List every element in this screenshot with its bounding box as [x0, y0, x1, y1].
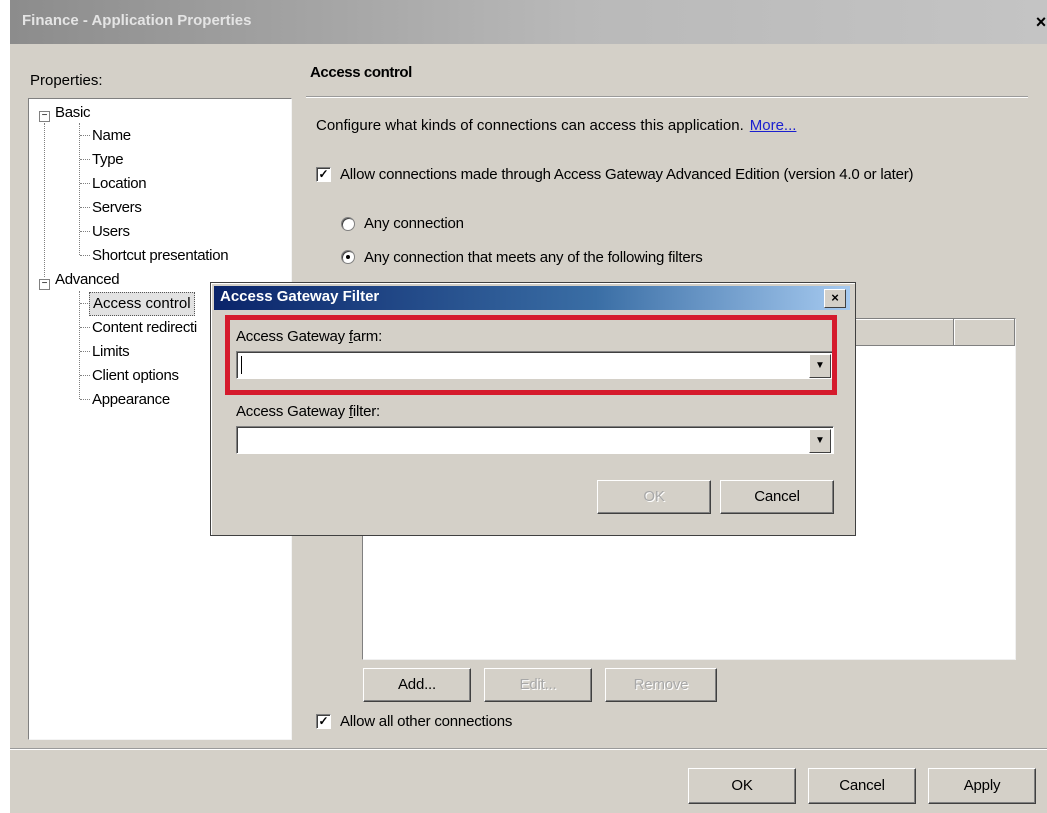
remove-filter-button[interactable]: Remove	[605, 668, 717, 702]
filter-label-suffix: ilter:	[352, 403, 380, 420]
description-text: Configure what kinds of connections can …	[316, 117, 744, 134]
collapse-basic-icon[interactable]: −	[39, 111, 50, 122]
properties-label: Properties:	[30, 72, 103, 89]
filters-connection-label[interactable]: Any connection that meets any of the fol…	[364, 249, 703, 266]
edit-filter-button[interactable]: Edit...	[484, 668, 592, 702]
tree-connector	[80, 255, 90, 256]
dialog-title-bar[interactable]: Access Gateway Filter ×	[214, 286, 850, 310]
tree-connector	[80, 135, 90, 136]
dialog-cancel-button[interactable]: Cancel	[720, 480, 834, 514]
tree-connector	[80, 183, 90, 184]
tree-item-type[interactable]: Type	[92, 151, 124, 168]
tree-connector	[80, 375, 90, 376]
filter-dropdown[interactable]: ▼	[236, 426, 834, 454]
dialog-ok-button[interactable]: OK	[597, 480, 711, 514]
radio-selected-dot	[346, 255, 350, 259]
tree-item-access-control[interactable]: Access control	[89, 292, 195, 316]
tree-item-shortcut-presentation[interactable]: Shortcut presentation	[92, 247, 229, 264]
footer-divider	[10, 748, 1047, 750]
tree-item-name[interactable]: Name	[92, 127, 131, 144]
dialog-close-icon[interactable]: ×	[824, 289, 846, 308]
section-description: Configure what kinds of connections can …	[316, 117, 796, 134]
section-divider	[306, 96, 1028, 98]
filters-connection-radio[interactable]	[341, 250, 355, 264]
dialog-title: Access Gateway Filter	[220, 288, 380, 305]
filter-label: Access Gateway filter:	[236, 403, 380, 420]
tree-node-advanced[interactable]: Advanced	[55, 271, 120, 288]
chevron-down-icon[interactable]: ▼	[809, 429, 831, 453]
tree-connector	[80, 207, 90, 208]
tree-line	[44, 123, 45, 277]
tree-connector	[80, 399, 90, 400]
section-title: Access control	[310, 64, 412, 81]
allow-agae-label[interactable]: Allow connections made through Access Ga…	[340, 166, 914, 183]
tree-item-client-options[interactable]: Client options	[92, 367, 179, 384]
window-title: Finance - Application Properties	[22, 12, 252, 29]
apply-button[interactable]: Apply	[928, 768, 1036, 804]
any-connection-label[interactable]: Any connection	[364, 215, 464, 232]
tree-connector	[80, 231, 90, 232]
window-title-bar[interactable]: Finance - Application Properties ×	[10, 0, 1047, 44]
allow-agae-checkbox[interactable]: ✓	[316, 167, 331, 182]
tree-item-appearance[interactable]: Appearance	[92, 391, 170, 408]
ok-button[interactable]: OK	[688, 768, 796, 804]
highlight-annotation	[225, 315, 837, 395]
tree-connector	[80, 327, 90, 328]
allow-other-connections-label[interactable]: Allow all other connections	[340, 713, 512, 730]
filter-list-column-header[interactable]	[954, 319, 1015, 346]
cancel-button[interactable]: Cancel	[808, 768, 916, 804]
tree-item-content-redirection[interactable]: Content redirecti	[92, 319, 197, 336]
any-connection-radio[interactable]	[341, 217, 355, 231]
collapse-advanced-icon[interactable]: −	[39, 279, 50, 290]
more-link[interactable]: More...	[750, 117, 797, 134]
tree-connector	[80, 159, 90, 160]
tree-item-limits[interactable]: Limits	[92, 343, 130, 360]
tree-item-users[interactable]: Users	[92, 223, 130, 240]
filter-label-prefix: Access Gateway	[236, 403, 349, 420]
allow-other-connections-checkbox[interactable]: ✓	[316, 714, 331, 729]
tree-node-basic[interactable]: Basic	[55, 104, 90, 121]
tree-line	[79, 291, 80, 399]
tree-line	[79, 123, 80, 255]
tree-item-servers[interactable]: Servers	[92, 199, 142, 216]
add-filter-button[interactable]: Add...	[363, 668, 471, 702]
tree-item-location[interactable]: Location	[92, 175, 147, 192]
tree-connector	[80, 351, 90, 352]
close-icon[interactable]: ×	[1030, 12, 1047, 32]
